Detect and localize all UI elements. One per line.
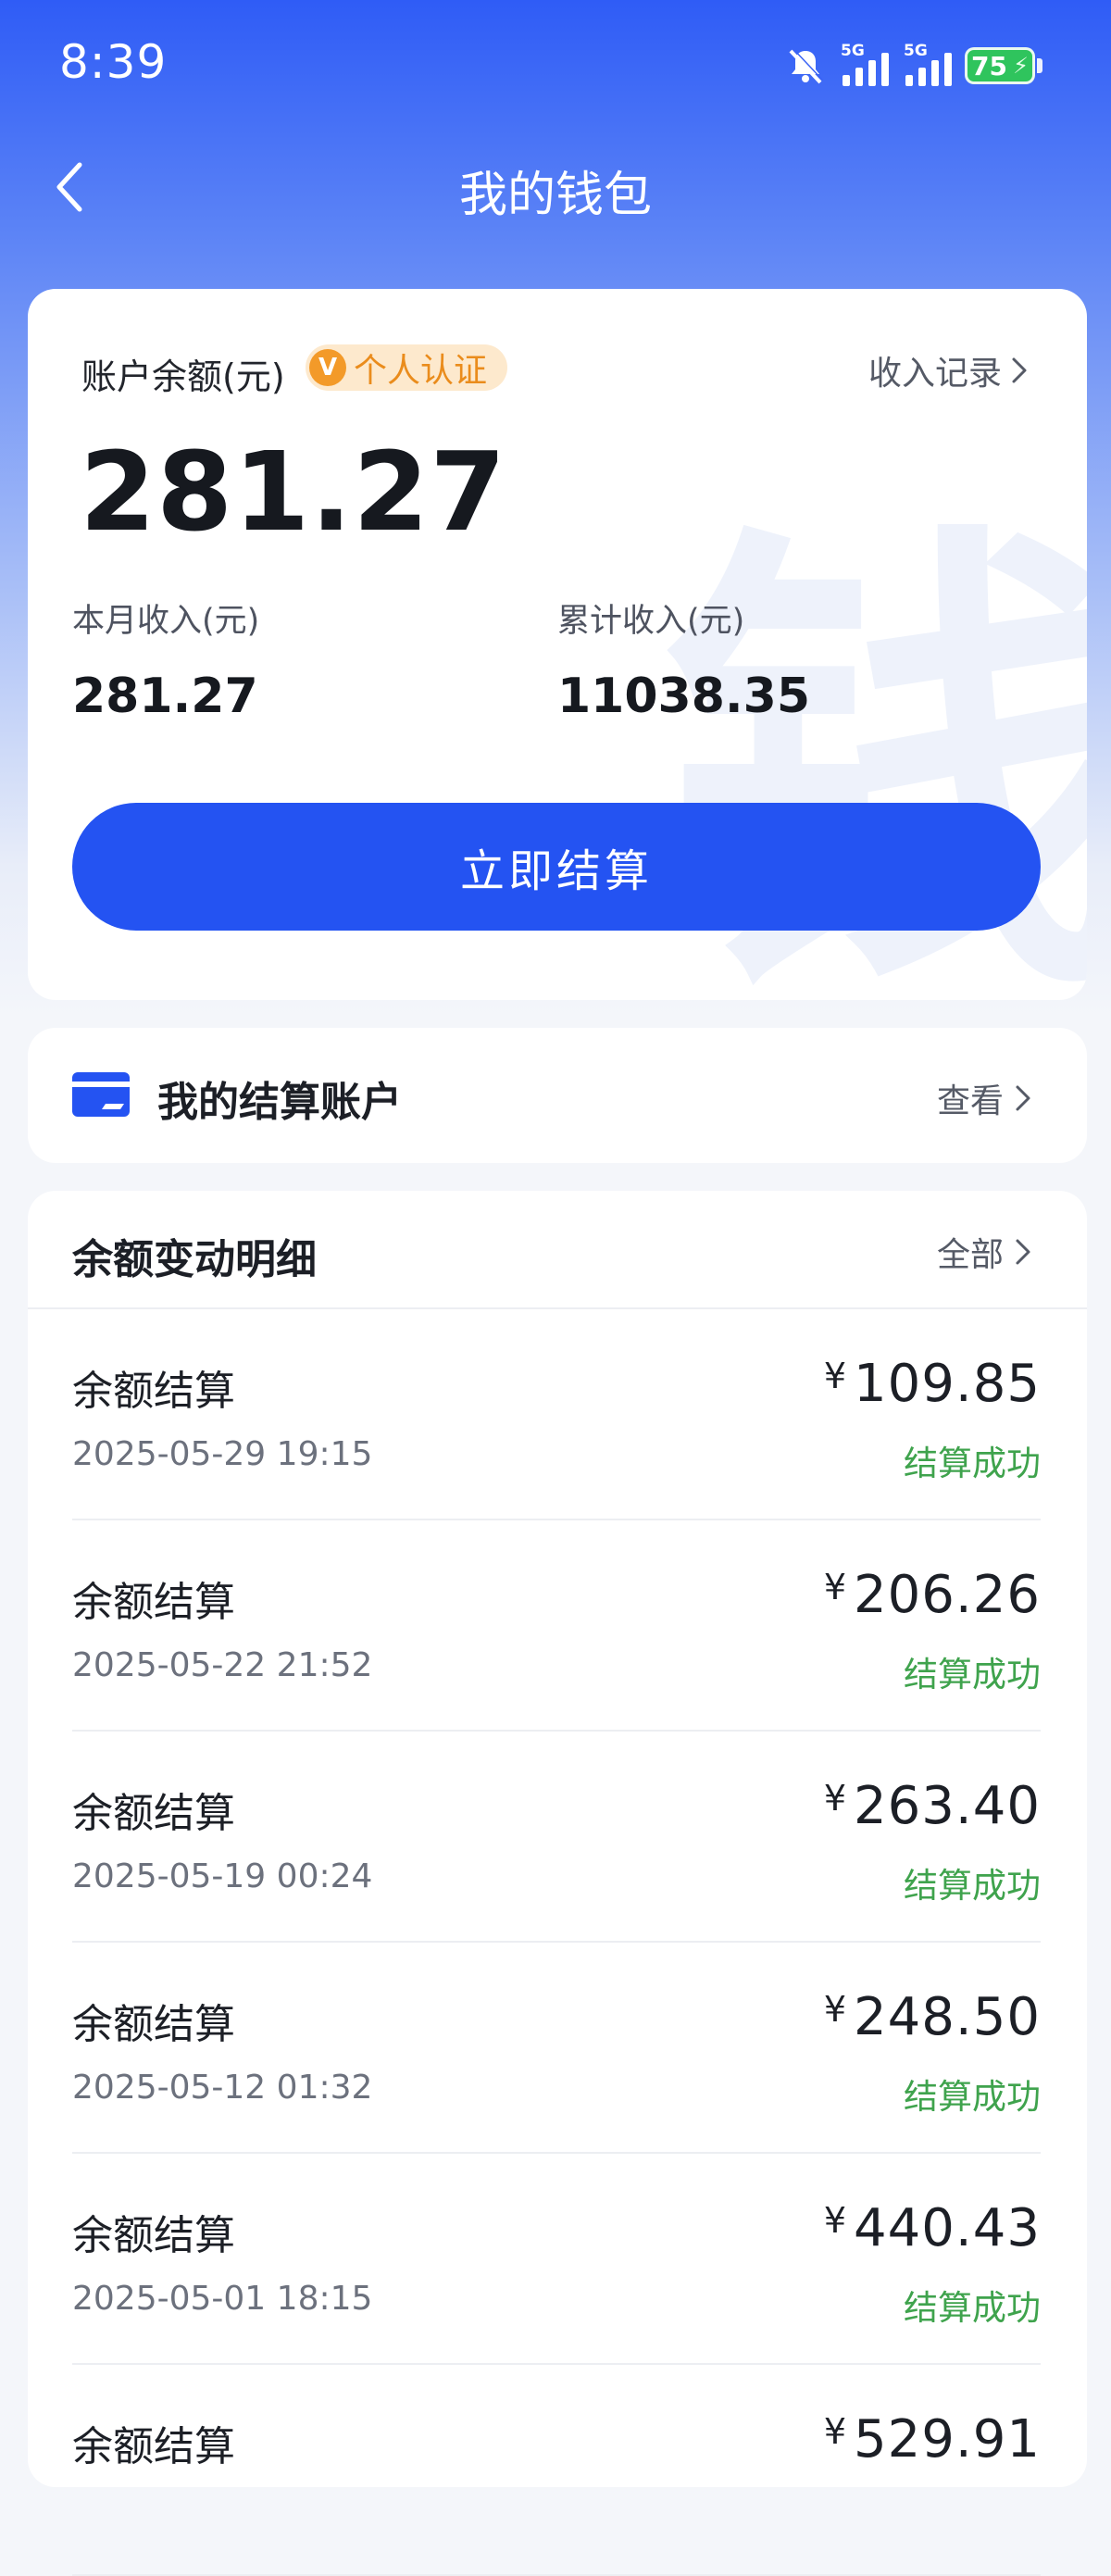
transaction-type: 余额结算 <box>72 2001 235 2048</box>
status-time: 8:39 <box>59 35 168 89</box>
month-income-value: 281.27 <box>72 669 258 724</box>
month-income-label: 本月收入(元) <box>72 603 260 640</box>
battery-icon: 75 ⚡ <box>965 47 1035 84</box>
settlement-account-row[interactable]: 我的结算账户 查看 <box>28 1028 1087 1163</box>
bank-card-icon <box>72 1072 130 1117</box>
total-income-value: 11038.35 <box>557 669 811 724</box>
balance-details-card: 余额变动明细 全部 余额结算 2025-05-29 19:15 ¥109.85 … <box>28 1191 1087 2576</box>
view-account-label: 查看 <box>936 1082 1004 1120</box>
transaction-amount: ¥263.40 <box>824 1776 1041 1836</box>
status-bar: 8:39 5G 5G 75 ⚡ <box>0 0 1111 130</box>
charging-bolt-icon: ⚡ <box>1013 53 1029 79</box>
currency-symbol: ¥ <box>823 1989 847 2030</box>
chevron-right-icon <box>1012 357 1027 383</box>
income-record-link[interactable]: 收入记录 <box>868 346 1028 394</box>
transaction-row[interactable]: 余额结算 2025-05-19 00:24 ¥263.40 结算成功 <box>72 1732 1041 1943</box>
transaction-status: 结算成功 <box>904 1866 1041 1906</box>
balance-card: 钱 账户余额(元) V 个人认证 收入记录 281.27 本月收入(元) 281… <box>28 289 1087 1000</box>
verified-icon: V <box>309 349 346 386</box>
amount-value: 440.43 <box>854 2198 1041 2258</box>
balance-label: 账户余额(元) <box>81 356 285 397</box>
currency-symbol: ¥ <box>823 1356 847 1396</box>
transaction-amount: ¥206.26 <box>824 1565 1041 1625</box>
transaction-date: 2025-05-01 18:15 <box>72 2280 373 2318</box>
transaction-row[interactable]: 余额结算 2025-05-29 19:15 ¥109.85 结算成功 <box>72 1309 1041 1520</box>
verification-badge: V 个人认证 <box>306 344 508 391</box>
currency-symbol: ¥ <box>823 2200 847 2241</box>
transaction-date: 2025-05-22 21:52 <box>72 1646 373 1684</box>
transaction-row[interactable]: 余额结算 2025-05-01 18:15 ¥440.43 结算成功 <box>72 2154 1041 2365</box>
transaction-type: 余额结算 <box>72 1790 235 1837</box>
verification-text: 个人认证 <box>354 352 488 390</box>
transaction-status: 结算成功 <box>904 2288 1041 2328</box>
transaction-amount: ¥529.91 <box>824 2409 1041 2470</box>
transaction-date: 2025-05-19 00:24 <box>72 1857 373 1895</box>
currency-symbol: ¥ <box>823 2411 847 2452</box>
battery-level: 75 <box>971 50 1007 81</box>
settle-now-button[interactable]: 立即结算 <box>72 803 1041 931</box>
transaction-status: 结算成功 <box>904 1655 1041 1694</box>
signal-2-icon: 5G <box>902 42 952 86</box>
view-account-link[interactable]: 查看 <box>937 1074 1031 1122</box>
chevron-right-icon <box>1016 1239 1030 1265</box>
amount-value: 248.50 <box>854 1987 1041 2047</box>
amount-value: 529.91 <box>854 2409 1041 2470</box>
amount-value: 109.85 <box>854 1354 1041 1414</box>
transaction-date: 2025-05-12 01:32 <box>72 2069 373 2107</box>
signal-1-icon: 5G <box>839 42 889 86</box>
total-income-label: 累计收入(元) <box>557 603 745 640</box>
transaction-date: 2025-05-29 19:15 <box>72 1435 373 1473</box>
transaction-row[interactable]: 余额结算 2025-05-22 21:52 ¥206.26 结算成功 <box>72 1520 1041 1732</box>
battery-cap <box>1037 58 1042 73</box>
page-title: 我的钱包 <box>458 168 652 223</box>
transaction-type: 余额结算 <box>72 1368 235 1415</box>
details-title: 余额变动明细 <box>72 1236 317 1283</box>
transaction-list: 余额结算 2025-05-29 19:15 ¥109.85 结算成功 余额结算 … <box>72 1309 1041 2576</box>
transaction-row[interactable]: 余额结算 ¥529.91 <box>72 2365 1041 2576</box>
transaction-status: 结算成功 <box>904 1444 1041 1483</box>
transaction-type: 余额结算 <box>72 2423 235 2470</box>
currency-symbol: ¥ <box>823 1567 847 1607</box>
chevron-right-icon <box>1016 1085 1030 1111</box>
status-icons: 5G 5G 75 ⚡ <box>785 41 1042 91</box>
mute-bell-icon <box>789 48 824 84</box>
transaction-row[interactable]: 余额结算 2025-05-12 01:32 ¥248.50 结算成功 <box>72 1943 1041 2154</box>
transaction-amount: ¥248.50 <box>824 1987 1041 2047</box>
balance-amount: 281.27 <box>80 428 507 556</box>
income-record-label: 收入记录 <box>868 355 1002 393</box>
transaction-status: 结算成功 <box>904 2077 1041 2117</box>
transaction-amount: ¥440.43 <box>824 2198 1041 2258</box>
amount-value: 263.40 <box>854 1776 1041 1836</box>
settlement-account-title: 我的结算账户 <box>157 1079 402 1126</box>
amount-value: 206.26 <box>854 1565 1041 1625</box>
transaction-type: 余额结算 <box>72 1579 235 1626</box>
all-details-label: 全部 <box>936 1236 1004 1274</box>
transaction-amount: ¥109.85 <box>824 1354 1041 1414</box>
transaction-type: 余额结算 <box>72 2212 235 2259</box>
currency-symbol: ¥ <box>823 1778 847 1819</box>
all-details-link[interactable]: 全部 <box>937 1228 1031 1276</box>
